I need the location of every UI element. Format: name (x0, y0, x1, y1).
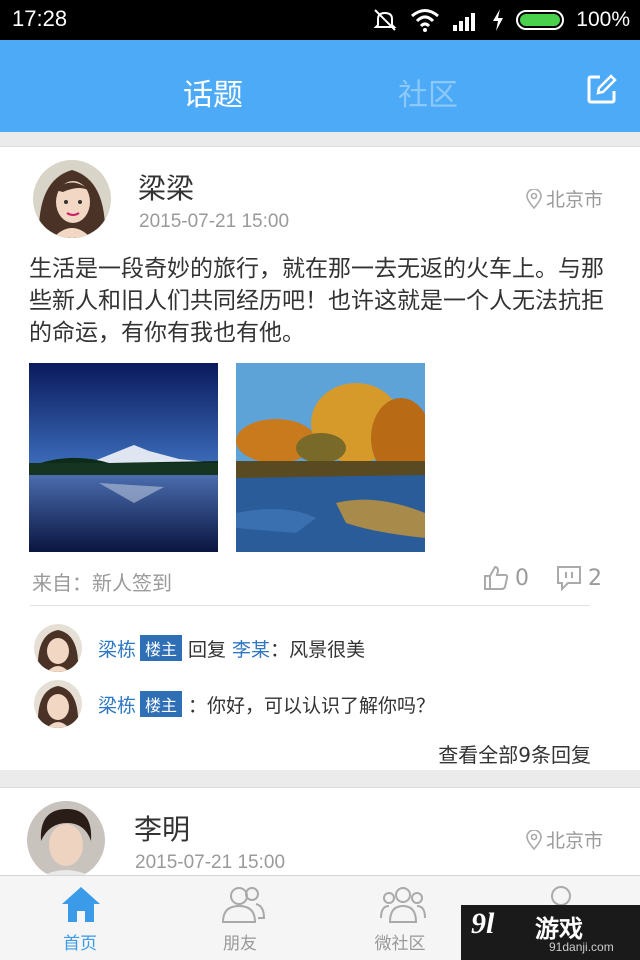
divider (30, 605, 590, 606)
reply-text: ：风景很美 (270, 638, 366, 661)
reply-item[interactable]: 梁栋 楼主 ：你好，可以认识了解你吗？ (34, 679, 435, 729)
author-avatar[interactable] (27, 801, 105, 877)
location-pin-icon (526, 188, 542, 209)
owner-badge: 楼主 (140, 635, 183, 661)
charging-icon (493, 9, 504, 31)
location-text: 北京市 (546, 830, 604, 852)
site-watermark: 9l 游戏 91danji.com (461, 905, 640, 960)
reply-avatar[interactable] (34, 624, 82, 672)
tab-topic[interactable]: 话题 (183, 70, 243, 114)
like-count: 0 (515, 565, 529, 591)
thumbs-up-icon (484, 565, 509, 590)
post-location: 北京市 (526, 185, 603, 212)
comment-icon (557, 566, 581, 591)
reply-user[interactable]: 梁栋 (98, 635, 136, 662)
owner-badge: 楼主 (140, 691, 183, 717)
post-text: 生活是一段奇妙的旅行，就在那一去无返的火车上。与那些新人和旧人们共同经历吧！也许… (29, 256, 604, 346)
top-header: 话题 社区 (0, 40, 640, 132)
reply-avatar[interactable] (34, 680, 82, 728)
author-name[interactable]: 梁梁 (138, 167, 194, 207)
post-card[interactable]: 梁梁 2015-07-21 15:00 北京市 生活是一段奇妙的旅行，就在那一去… (0, 146, 640, 770)
like-button[interactable]: 0 (483, 565, 529, 591)
reply-text: ：你好，可以认识了解你吗？ (188, 694, 436, 717)
home-icon (62, 887, 100, 922)
author-avatar[interactable] (33, 160, 111, 238)
tab-micro-community[interactable]: 微社区 (320, 876, 480, 960)
battery-percent: 100% (576, 8, 630, 31)
friends-icon (221, 887, 266, 923)
post-location: 北京市 (526, 826, 603, 853)
comment-button[interactable]: 2 (556, 565, 602, 591)
tab-label: 微社区 (374, 934, 426, 954)
tab-friends[interactable]: 朋友 (160, 876, 320, 960)
watermark-site: 91danji.com (549, 940, 614, 954)
reply-item[interactable]: 梁栋 楼主 回复 李某 ：风景很美 (34, 623, 365, 673)
view-all-replies-link[interactable]: 查看全部9条回复 (438, 739, 591, 768)
comment-count: 2 (588, 565, 602, 591)
location-pin-icon (526, 829, 542, 850)
status-time: 17:28 (12, 6, 68, 31)
mute-icon (373, 9, 397, 31)
watermark-title: 游戏 (535, 915, 583, 943)
reply-action: 回复 (188, 638, 227, 661)
battery-icon (516, 10, 565, 30)
compose-icon[interactable] (586, 73, 618, 105)
tab-home[interactable]: 首页 (0, 876, 160, 960)
status-bar: 17:28 100% (0, 0, 640, 40)
post-photo-mountain[interactable] (29, 363, 218, 552)
location-text: 北京市 (546, 189, 604, 211)
post-card[interactable]: 李明 2015-07-21 15:00 北京市 (0, 787, 640, 877)
post-time: 2015-07-21 15:00 (139, 211, 290, 232)
community-icon (380, 887, 426, 923)
watermark-logo: 9l (471, 907, 495, 940)
author-name[interactable]: 李明 (134, 808, 190, 848)
signal-icon (453, 13, 476, 31)
post-source: 来自：新人签到 (32, 571, 172, 595)
post-time: 2015-07-21 15:00 (135, 852, 286, 873)
tab-label: 朋友 (223, 934, 257, 954)
tab-label: 首页 (63, 934, 97, 954)
wifi-icon (411, 9, 440, 32)
tab-community[interactable]: 社区 (398, 70, 458, 114)
reply-user[interactable]: 梁栋 (98, 691, 136, 718)
post-photo-autumn[interactable] (236, 363, 425, 552)
reply-target[interactable]: 李某 (232, 635, 270, 662)
